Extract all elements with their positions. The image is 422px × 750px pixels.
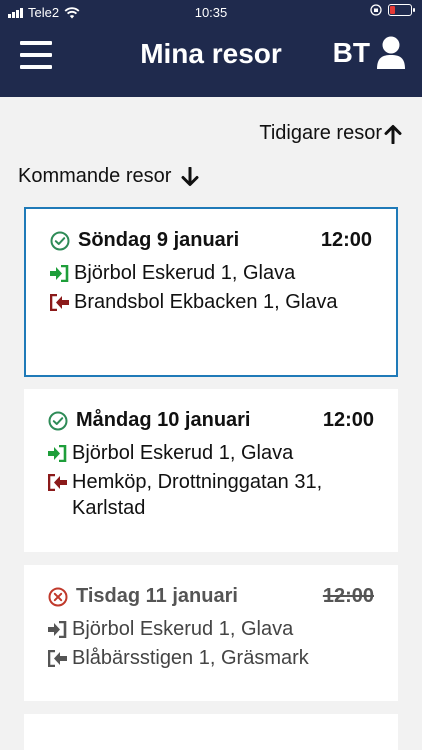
check-circle-icon [48, 411, 68, 430]
trip-date: Tisdag 11 januari [76, 585, 238, 607]
status-bar: Tele2 10:35 [0, 0, 422, 24]
trip-dropoff: Brandsbol Ekbacken 1, Glava [50, 289, 376, 315]
cancel-circle-icon [48, 587, 68, 606]
user-initials: BT [332, 37, 370, 68]
trip-date: Måndag 10 januari [76, 409, 251, 431]
orientation-lock-icon [370, 4, 382, 16]
upcoming-trips-heading: Kommande resor [18, 165, 199, 188]
user-profile-button[interactable]: BT [333, 36, 406, 70]
trip-dropoff: Blåbärsstigen 1, Gräsmark [48, 645, 378, 671]
trip-card[interactable]: Söndag 9 januari 12:00 Björbol Eskerud 1… [24, 207, 398, 377]
pickup-address: Björbol Eskerud 1, Glava [72, 618, 294, 640]
check-circle-icon [50, 231, 70, 250]
trip-time: 12:00 [322, 409, 374, 431]
user-icon [377, 36, 405, 69]
earlier-trips-link[interactable]: Tidigare resor [259, 122, 402, 145]
sign-out-icon [48, 474, 67, 491]
sign-in-icon [48, 445, 67, 462]
trip-header: Söndag 9 januari 12:00 [50, 229, 376, 252]
status-right [370, 4, 415, 16]
pickup-address: Björbol Eskerud 1, Glava [72, 442, 294, 464]
app-header: Mina resor BT [0, 24, 422, 97]
sign-out-icon [50, 294, 69, 311]
arrow-up-icon [384, 124, 402, 144]
trip-dropoff: Hemköp, Drottninggatan 31, Karlstad [48, 469, 378, 521]
dropoff-address: Brandsbol Ekbacken 1, Glava [74, 291, 338, 313]
battery-icon [388, 4, 415, 16]
trip-time: 12:00 [320, 229, 372, 251]
trip-header: Måndag 10 januari 12:00 [48, 409, 378, 432]
arrow-down-icon [181, 166, 199, 186]
trip-time: 12:00 [322, 585, 374, 607]
trip-card[interactable]: Tisdag 11 januari 12:00 Björbol Eskerud … [24, 565, 398, 701]
sign-out-icon [48, 650, 67, 667]
pickup-address: Björbol Eskerud 1, Glava [74, 262, 296, 284]
trip-card[interactable] [24, 714, 398, 750]
sign-in-icon [50, 265, 69, 282]
status-time: 10:35 [194, 5, 228, 20]
trip-pickup: Björbol Eskerud 1, Glava [50, 260, 376, 286]
dropoff-address: Blåbärsstigen 1, Gräsmark [72, 647, 309, 669]
upcoming-trips-label: Kommande resor [18, 165, 172, 187]
trip-card[interactable]: Måndag 10 januari 12:00 Björbol Eskerud … [24, 389, 398, 552]
trip-date: Söndag 9 januari [78, 229, 240, 251]
trip-header: Tisdag 11 januari 12:00 [48, 585, 378, 608]
earlier-trips-label: Tidigare resor [259, 122, 382, 144]
trip-pickup: Björbol Eskerud 1, Glava [48, 616, 378, 642]
trip-pickup: Björbol Eskerud 1, Glava [48, 440, 378, 466]
sign-in-icon [48, 621, 67, 638]
dropoff-address: Hemköp, Drottninggatan 31, Karlstad [72, 471, 323, 519]
